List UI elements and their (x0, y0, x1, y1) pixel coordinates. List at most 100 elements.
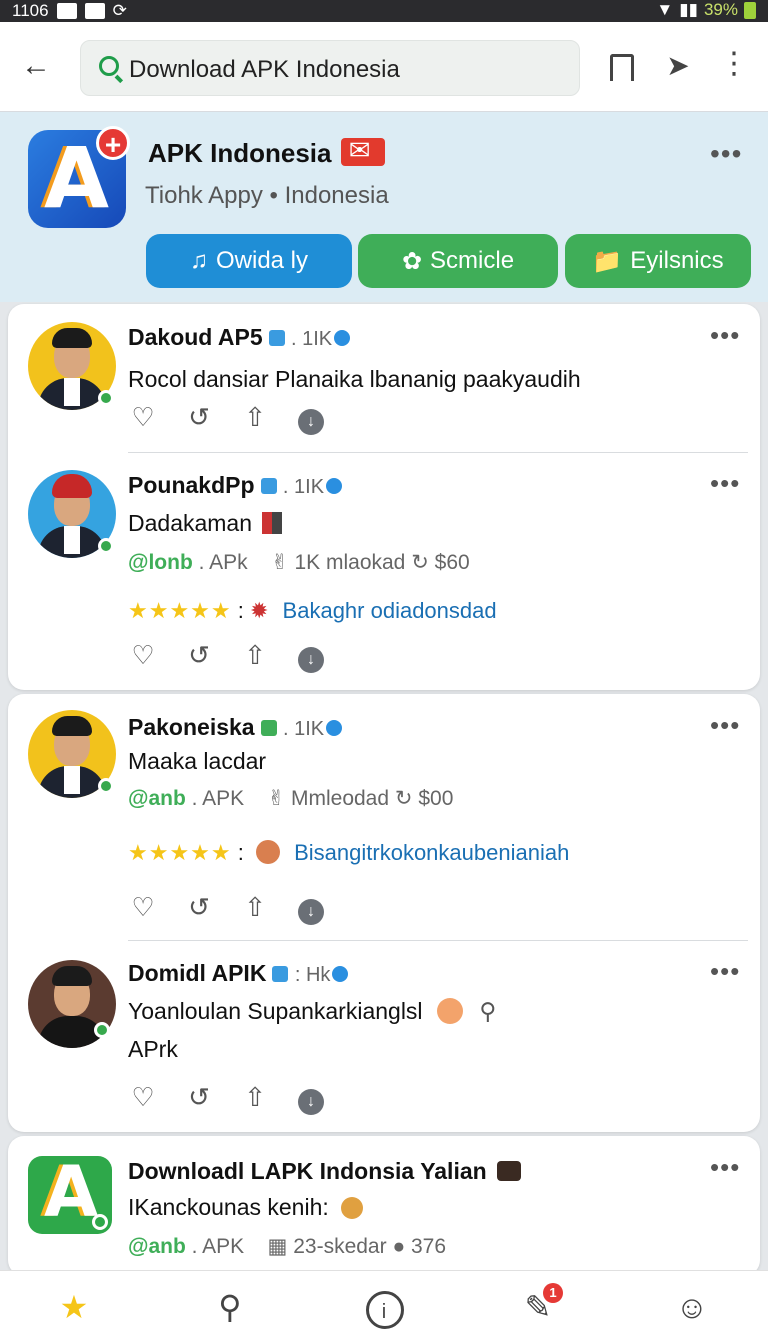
verified-icon (326, 478, 343, 494)
flag-icon (262, 512, 283, 534)
search-input[interactable]: Download APK Indonesia (80, 40, 580, 96)
share-icon[interactable]: ⇧ (240, 1082, 270, 1115)
wifi-icon: ▼ (656, 0, 674, 19)
downloads-icon: ✌ (267, 787, 286, 810)
feed-card: Pakoneiska . 1IK ••• Maaka lacdar @anb .… (8, 694, 760, 1132)
cup-icon (497, 1161, 522, 1181)
download-icon[interactable]: ↓ (296, 402, 326, 435)
online-indicator (94, 1022, 110, 1038)
like-icon[interactable]: ♡ (128, 402, 158, 435)
post-meta: @anb . APK ✌ Mmleodad ↻ $00 (128, 787, 454, 810)
star-rating: ★★★★★ (128, 598, 232, 623)
verified-icon (326, 720, 343, 736)
post-author[interactable]: Domidl APIK : Hk (128, 960, 349, 987)
badge-icon (260, 478, 277, 494)
rating-tag[interactable]: Bakaghr odiadonsdad (283, 598, 497, 623)
profile-icon[interactable]: ☺ (670, 1287, 714, 1331)
settings-icon: ✿ (401, 247, 423, 275)
app-badge-icon (92, 1214, 108, 1230)
notification-badge: 1 (543, 1283, 563, 1303)
back-arrow-icon[interactable]: ← (16, 48, 56, 88)
post-actions: ♡ ↺ ⇧ ↓ (128, 892, 326, 925)
feed-card: A Downloadl LAPK Indonsia Yalian ••• IKa… (8, 1136, 760, 1276)
share-icon[interactable]: ⇧ (240, 402, 270, 435)
more-options-icon[interactable]: ••• (710, 138, 742, 170)
post-rating: ★★★★★ : Bisangitrkokonkaubenianiah (128, 840, 570, 865)
add-icon[interactable]: + (96, 126, 130, 160)
notification-icon (84, 3, 105, 19)
post-text: Maaka lacdar (128, 748, 267, 774)
search-icon (99, 56, 119, 76)
repost-icon[interactable]: ↺ (184, 892, 214, 925)
bookmark-icon[interactable] (602, 50, 638, 86)
post-author[interactable]: Dakoud AP5 . 1IK (128, 324, 351, 351)
download-icon[interactable]: ↓ (296, 1082, 326, 1115)
post-author[interactable]: Pakoneiska . 1IK (128, 714, 343, 741)
files-button[interactable]: 📁 Eyilsnics (565, 234, 751, 288)
more-options-icon[interactable]: ⋮ (716, 49, 752, 86)
sync-icon: ⟳ (112, 1, 127, 20)
bottom-navigation: ★ ⚲ i ✎ 1 ☺ (0, 1270, 768, 1344)
rating-tag[interactable]: Bisangitrkokonkaubenianiah (294, 840, 569, 865)
emoji-icon (341, 1197, 364, 1219)
timer-icon: ↻ (411, 551, 429, 574)
post-actions: ♡ ↺ ⇧ ↓ (128, 640, 326, 673)
send-icon[interactable]: ➤ (660, 50, 696, 86)
like-icon[interactable]: ♡ (128, 1082, 158, 1115)
feed-card: Dakoud AP5 . 1IK ••• Rocol dansiar Plana… (8, 304, 760, 690)
divider (128, 452, 748, 453)
post-more-icon[interactable]: ••• (710, 956, 740, 987)
online-indicator (98, 538, 114, 554)
badge-icon (260, 720, 277, 736)
repost-icon[interactable]: ↺ (184, 402, 214, 435)
post-more-icon[interactable]: ••• (710, 320, 740, 351)
online-indicator (98, 778, 114, 794)
share-icon[interactable]: ⇧ (240, 640, 270, 673)
home-star-icon[interactable]: ★ (52, 1287, 96, 1331)
post-text: Dadakaman (128, 510, 283, 537)
schedule-button[interactable]: ✿ Scmicle (358, 234, 558, 288)
search-icon[interactable]: ⚲ (208, 1287, 252, 1331)
post-actions: ♡ ↺ ⇧ ↓ (128, 402, 326, 435)
bug-icon: ✹ (249, 598, 269, 623)
badge-icon (272, 966, 289, 982)
divider (128, 940, 748, 941)
status-bar: 1106 ⟳ ▼ ▮▮ 39% (0, 0, 768, 22)
folder-icon: 📁 (592, 247, 623, 275)
post-text: IKanckounas kenih: (128, 1194, 364, 1221)
share-icon[interactable]: ⇧ (240, 892, 270, 925)
search-query: Download APK Indonesia (129, 56, 400, 83)
online-indicator (98, 390, 114, 406)
info-icon[interactable]: i (362, 1287, 406, 1331)
post-more-icon[interactable]: ••• (710, 468, 740, 499)
repost-icon[interactable]: ↺ (184, 1082, 214, 1115)
notification-icon (56, 3, 77, 19)
download-icon[interactable]: ↓ (296, 640, 326, 673)
status-time: 1106 (12, 1, 49, 20)
post-author[interactable]: Downloadl LAPK Indonsia Yalian (128, 1158, 522, 1185)
post-handle[interactable]: @anb (128, 787, 186, 810)
app-logo: A + (28, 126, 130, 228)
post-handle[interactable]: @anb (128, 1235, 186, 1258)
verified-icon (332, 966, 349, 982)
app-title: APK Indonesia (148, 135, 385, 169)
repost-icon[interactable]: ↺ (184, 640, 214, 673)
download-icon[interactable]: ↓ (296, 892, 326, 925)
post-meta: @lonb . APk ✌ 1K mlaokad ↻ $60 (128, 551, 470, 574)
post-more-icon[interactable]: ••• (710, 710, 740, 741)
download-button[interactable]: ♫ Owida ly (146, 234, 352, 288)
post-more-icon[interactable]: ••• (710, 1152, 740, 1183)
smile-emoji-icon (436, 998, 463, 1024)
timer-icon: ↻ (394, 787, 413, 810)
post-actions: ♡ ↺ ⇧ ↓ (128, 1082, 326, 1115)
like-icon[interactable]: ♡ (128, 640, 158, 673)
post-author[interactable]: PounakdPp . 1IK (128, 472, 343, 499)
downloads-icon: ✌ (271, 551, 289, 574)
music-note-icon: ♫ (189, 247, 208, 274)
calendar-icon: ▦ (267, 1235, 288, 1258)
star-rating: ★★★★★ (128, 840, 232, 865)
post-handle[interactable]: @lonb (128, 551, 193, 574)
pin-icon: ⚲ (479, 998, 497, 1024)
like-icon[interactable]: ♡ (128, 892, 158, 925)
user-thumbnail-icon (255, 840, 280, 864)
